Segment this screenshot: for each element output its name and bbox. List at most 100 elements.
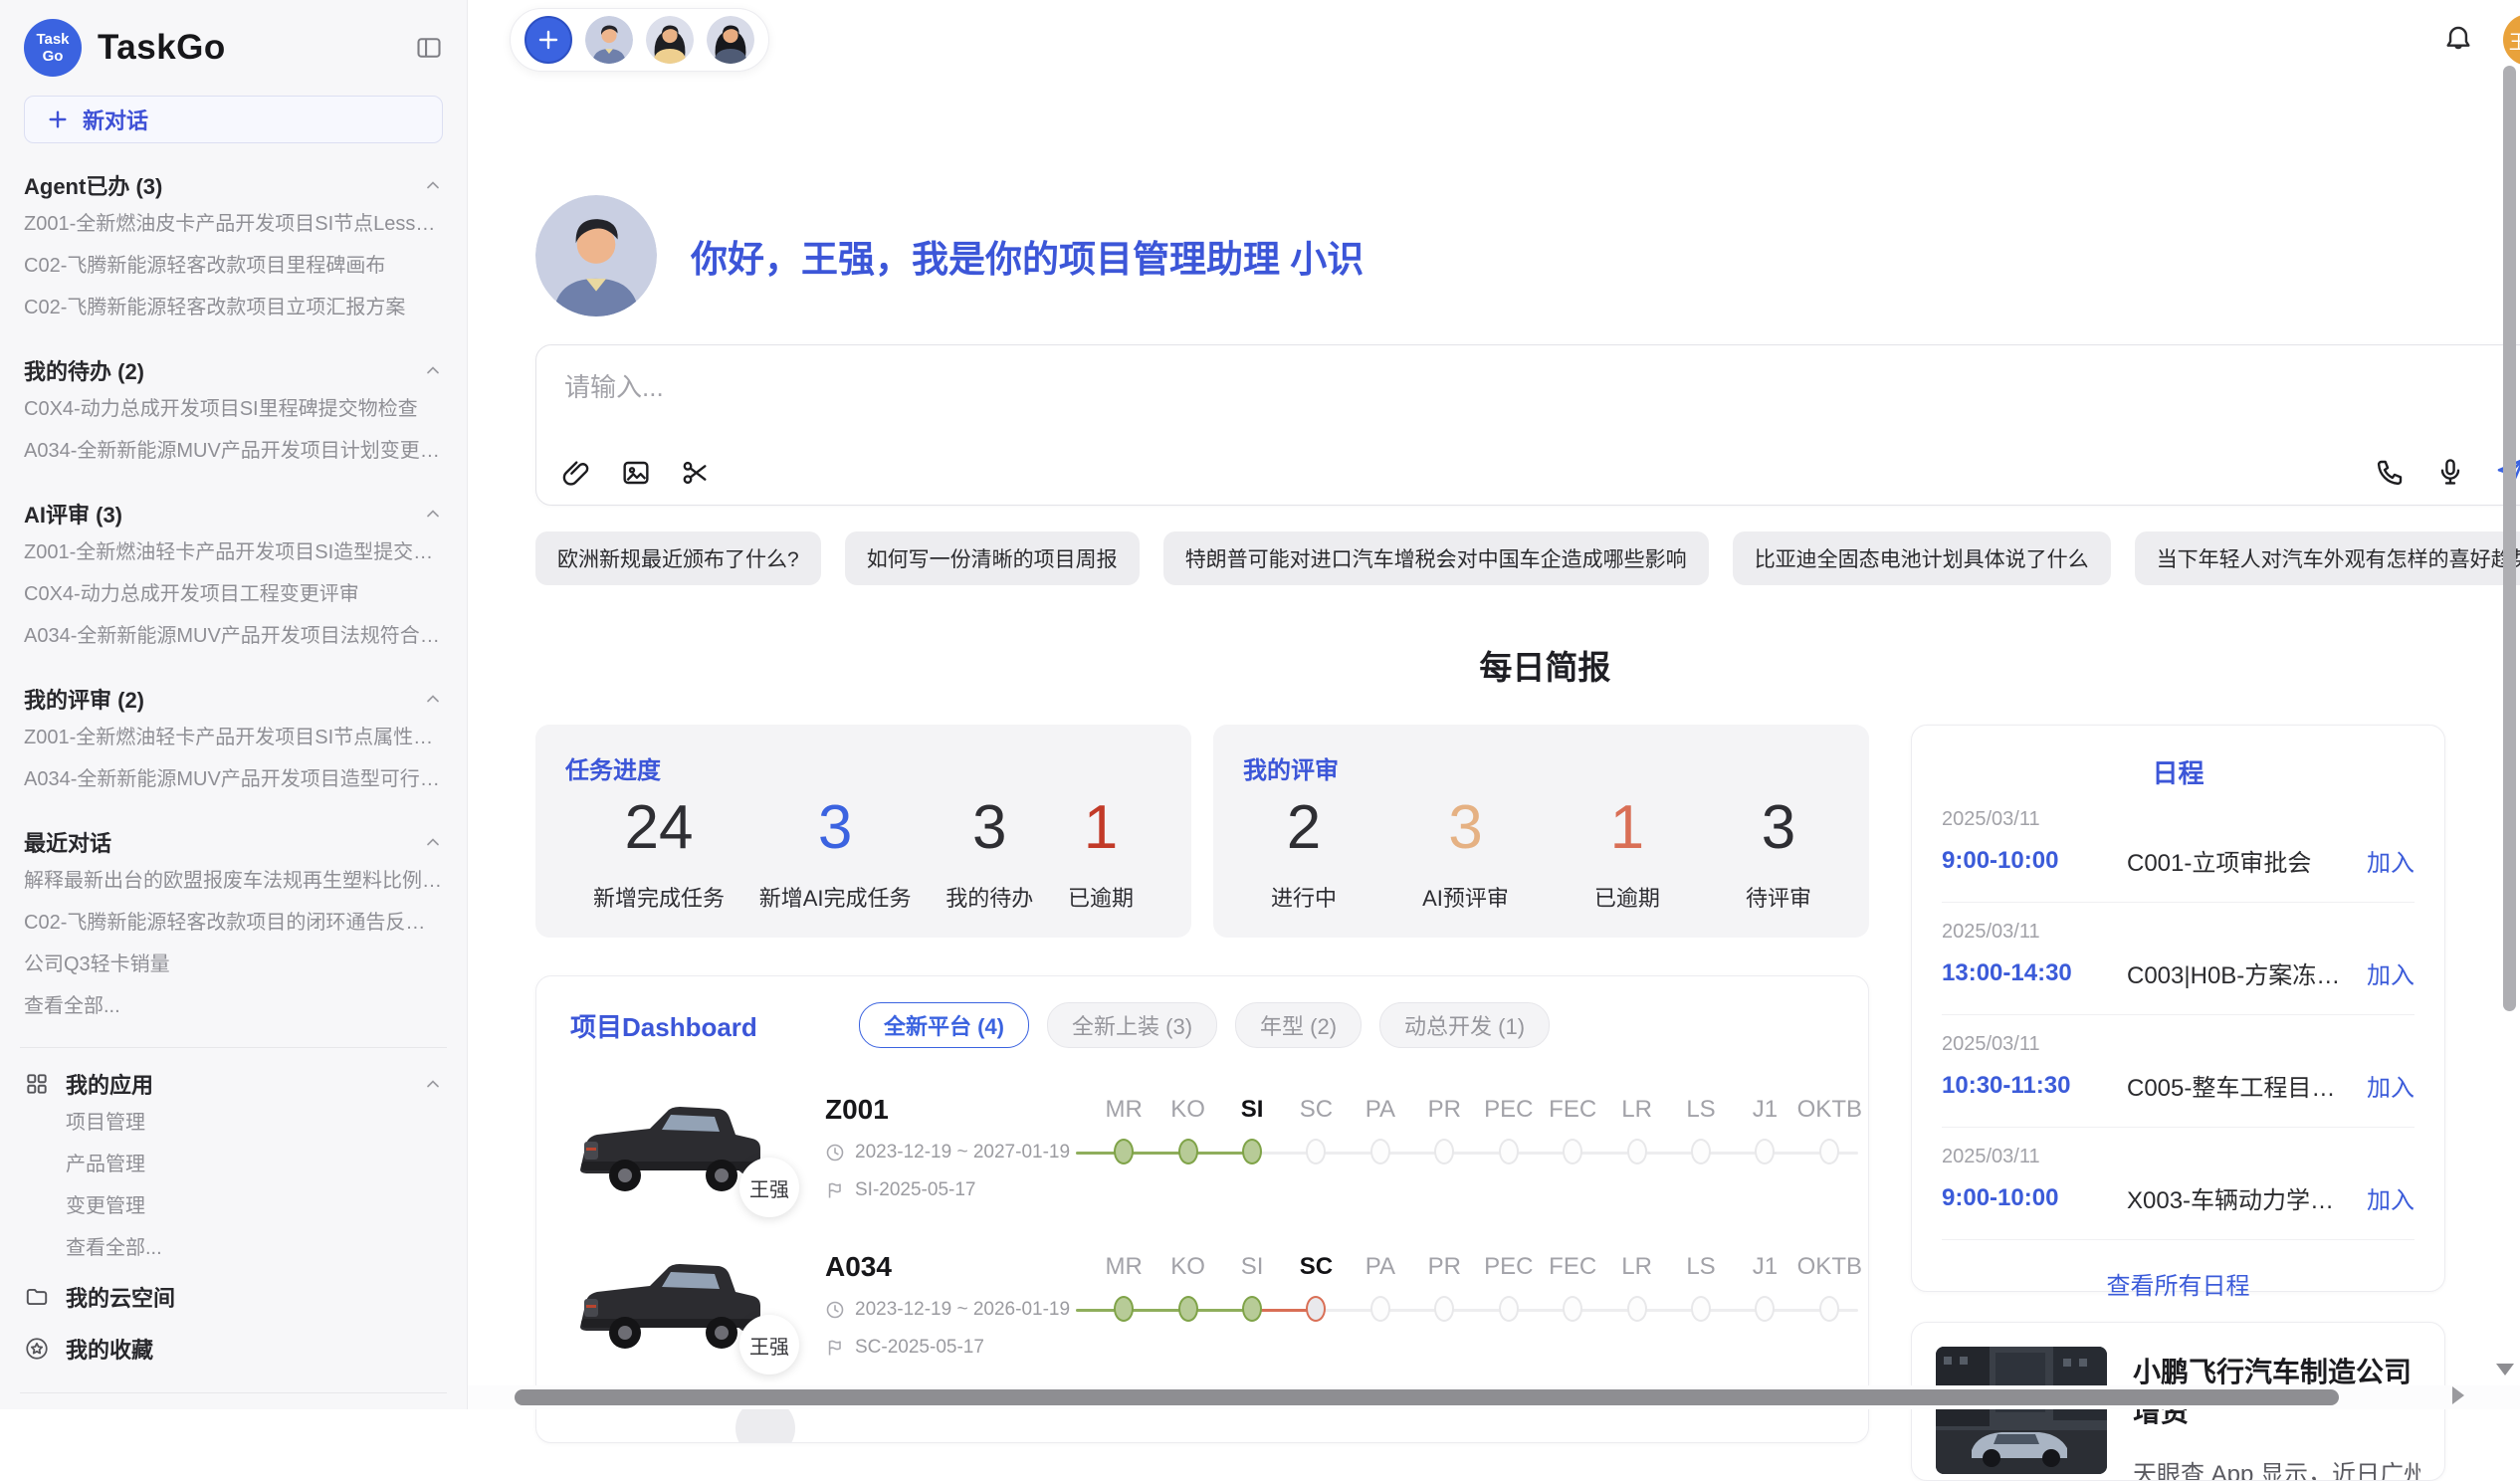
sidebar-app-item[interactable]: 项目管理 bbox=[24, 1102, 443, 1144]
sidebar-item[interactable]: C02-飞腾新能源轻客改款项目立项汇报方案 bbox=[24, 287, 443, 328]
new-chat-button[interactable]: 新对话 bbox=[24, 96, 443, 143]
sidebar-section-header[interactable]: AI评审 (3) bbox=[24, 496, 443, 531]
project-owner-badge[interactable]: 王强 bbox=[739, 1158, 799, 1217]
view-all-link[interactable]: 查看全部... bbox=[24, 985, 443, 1027]
sidebar-section-header[interactable]: Agent已办 (3) bbox=[24, 167, 443, 203]
schedule-item-row: 9:00-10:00X003-车辆动力学性能验...加入 bbox=[1942, 1180, 2415, 1215]
sidebar-item[interactable]: C02-飞腾新能源轻客改款项目里程碑画布 bbox=[24, 245, 443, 287]
milestone-dot[interactable] bbox=[1306, 1139, 1326, 1164]
join-link[interactable]: 加入 bbox=[2367, 1180, 2415, 1215]
milestone-dot[interactable] bbox=[1434, 1139, 1454, 1164]
user-avatar[interactable]: 王强 bbox=[2503, 14, 2520, 66]
milestone-dot[interactable] bbox=[1306, 1296, 1326, 1322]
suggestion-chip[interactable]: 欧洲新规最近颁布了什么? bbox=[535, 531, 821, 585]
flag-icon bbox=[825, 1338, 845, 1358]
member-avatar[interactable] bbox=[646, 16, 694, 64]
sidebar-link-0[interactable]: 我的云空间 bbox=[24, 1273, 443, 1321]
sidebar-item[interactable]: A034-全新新能源MUV产品开发项目法规符合性评审 bbox=[24, 615, 443, 657]
suggestion-chip[interactable]: 如何写一份清晰的项目周报 bbox=[845, 531, 1140, 585]
sidebar-item[interactable]: A034-全新新能源MUV产品开发项目计划变更表编写 bbox=[24, 430, 443, 472]
sidebar-item[interactable]: C02-飞腾新能源轻客改款项目的闭环通告反馈情况 bbox=[24, 902, 443, 944]
milestone-dot[interactable] bbox=[1627, 1296, 1647, 1322]
project-flag-text: SI-2025-05-17 bbox=[855, 1179, 975, 1201]
suggestion-chip[interactable]: 特朗普可能对进口汽车增税会对中国车企造成哪些影响 bbox=[1163, 531, 1709, 585]
milestone-dot[interactable] bbox=[1563, 1296, 1582, 1322]
milestone-dot[interactable] bbox=[1114, 1296, 1134, 1322]
milestone-label: LS bbox=[1686, 1253, 1715, 1283]
sidebar-item[interactable]: C0X4-动力总成开发项目SI里程碑提交物检查 bbox=[24, 388, 443, 430]
milestone-dot[interactable] bbox=[1691, 1139, 1711, 1164]
suggestion-chip[interactable]: 当下年轻人对汽车外观有怎样的喜好趋势 bbox=[2135, 531, 2520, 585]
sidebar-link-1[interactable]: 我的收藏 bbox=[24, 1325, 443, 1373]
view-all-schedule-link[interactable]: 查看所有日程 bbox=[1942, 1266, 2415, 1301]
join-link[interactable]: 加入 bbox=[2367, 1068, 2415, 1103]
attach-file-button[interactable] bbox=[560, 457, 592, 489]
milestone-dot[interactable] bbox=[1691, 1296, 1711, 1322]
join-link[interactable]: 加入 bbox=[2367, 955, 2415, 990]
milestone-dot[interactable] bbox=[1178, 1296, 1198, 1322]
milestone-dot[interactable] bbox=[1499, 1296, 1519, 1322]
milestone-dot[interactable] bbox=[1242, 1139, 1262, 1164]
sidebar-section-header[interactable]: 最近对话 bbox=[24, 824, 443, 860]
chat-input[interactable] bbox=[562, 365, 2520, 443]
scroll-right-arrow[interactable] bbox=[2452, 1386, 2464, 1404]
dashboard-tab-3[interactable]: 动总开发 (1) bbox=[1379, 1002, 1550, 1048]
member-avatar[interactable] bbox=[585, 16, 633, 64]
dashboard-tab-1[interactable]: 全新上装 (3) bbox=[1047, 1002, 1217, 1048]
view-all-link[interactable]: 查看全部... bbox=[24, 1227, 443, 1269]
scroll-down-arrow[interactable] bbox=[2496, 1364, 2514, 1375]
sidebar-apps-header[interactable]: 我的应用 bbox=[24, 1066, 443, 1102]
milestone-dot[interactable] bbox=[1434, 1296, 1454, 1322]
milestone-dot[interactable] bbox=[1755, 1296, 1775, 1322]
project-owner-badge[interactable]: 王强 bbox=[739, 1315, 799, 1375]
sidebar-section-header[interactable]: 我的待办 (2) bbox=[24, 352, 443, 388]
sidebar-item[interactable]: C0X4-动力总成开发项目工程变更评审 bbox=[24, 573, 443, 615]
sidebar-item[interactable]: Z001-全新燃油轻卡产品开发项目SI造型提交物评审 bbox=[24, 531, 443, 573]
join-link[interactable]: 加入 bbox=[2367, 843, 2415, 878]
sidebar-section-header[interactable]: 我的评审 (2) bbox=[24, 681, 443, 717]
insert-image-button[interactable] bbox=[620, 457, 652, 489]
milestone-dot[interactable] bbox=[1563, 1139, 1582, 1164]
vertical-scrollbar-thumb[interactable] bbox=[2503, 66, 2516, 1011]
horizontal-scrollbar-thumb[interactable] bbox=[515, 1389, 2339, 1405]
image-icon bbox=[620, 457, 652, 489]
microphone-button[interactable] bbox=[2434, 456, 2466, 488]
news-excerpt: 天眼查 App 显示，近日广州汇天飞行汽... bbox=[2133, 1454, 2420, 1481]
notifications-button[interactable] bbox=[2441, 23, 2475, 57]
member-avatar[interactable] bbox=[707, 16, 754, 64]
milestone-dot[interactable] bbox=[1499, 1139, 1519, 1164]
sidebar-item[interactable]: 解释最新出台的欧盟报废车法规再生塑料比例被调至15%... bbox=[24, 860, 443, 902]
milestone-MR: MR bbox=[1092, 1096, 1155, 1164]
milestone-label: KO bbox=[1170, 1096, 1205, 1126]
milestone-dot[interactable] bbox=[1178, 1139, 1198, 1164]
stat-label: 新增AI完成任务 bbox=[759, 881, 912, 913]
milestone-dot[interactable] bbox=[1242, 1296, 1262, 1322]
project-code[interactable]: A034 bbox=[825, 1251, 1092, 1283]
sidebar-item[interactable]: Z001-全新燃油皮卡产品开发项目SI节点Lesson Learn报告 bbox=[24, 203, 443, 245]
milestone-dot[interactable] bbox=[1370, 1139, 1390, 1164]
suggestion-chip[interactable]: 比亚迪全固态电池计划具体说了什么 bbox=[1733, 531, 2111, 585]
voice-call-button[interactable] bbox=[2375, 456, 2407, 488]
milestone-dot[interactable] bbox=[1370, 1296, 1390, 1322]
star-badge-icon bbox=[24, 1336, 50, 1362]
project-code[interactable]: Z001 bbox=[825, 1094, 1092, 1126]
stat-value: 1 bbox=[1610, 793, 1644, 863]
milestone-dot[interactable] bbox=[1819, 1296, 1839, 1322]
milestone-label: MR bbox=[1106, 1253, 1143, 1283]
sidebar-app-item[interactable]: 变更管理 bbox=[24, 1185, 443, 1227]
milestone-dot[interactable] bbox=[1114, 1139, 1134, 1164]
project-row: 王强Z0012023-12-19 ~ 2027-01-19SI-2025-05-… bbox=[570, 1090, 1834, 1205]
milestone-dot[interactable] bbox=[1627, 1139, 1647, 1164]
sidebar-item[interactable]: 公司Q3轻卡销量 bbox=[24, 944, 443, 985]
milestone-dot[interactable] bbox=[1819, 1139, 1839, 1164]
screenshot-button[interactable] bbox=[680, 457, 712, 489]
sidebar-item[interactable]: A034-全新新能源MUV产品开发项目造型可行性评审 bbox=[24, 758, 443, 800]
milestone-label: PR bbox=[1428, 1253, 1461, 1283]
sidebar-collapse-button[interactable] bbox=[415, 34, 443, 62]
milestone-dot[interactable] bbox=[1755, 1139, 1775, 1164]
dashboard-tab-0[interactable]: 全新平台 (4) bbox=[859, 1002, 1029, 1048]
dashboard-tab-2[interactable]: 年型 (2) bbox=[1235, 1002, 1362, 1048]
add-member-button[interactable] bbox=[525, 16, 572, 64]
sidebar-app-item[interactable]: 产品管理 bbox=[24, 1144, 443, 1185]
sidebar-item[interactable]: Z001-全新燃油轻卡产品开发项目SI节点属性5D文件评审 bbox=[24, 717, 443, 758]
